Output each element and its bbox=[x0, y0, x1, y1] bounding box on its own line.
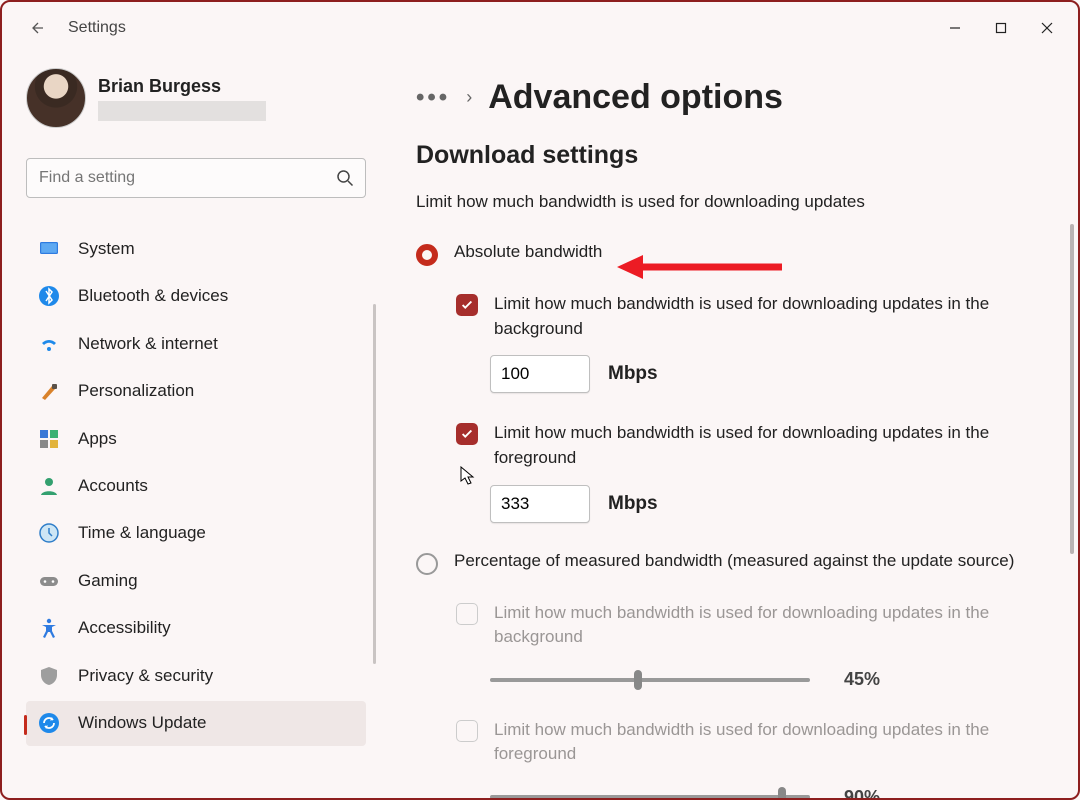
back-button[interactable] bbox=[22, 14, 50, 42]
sidebar-item-windows-update[interactable]: Windows Update bbox=[26, 701, 366, 746]
sidebar-item-bluetooth[interactable]: Bluetooth & devices bbox=[26, 273, 366, 318]
profile-email-redacted bbox=[98, 101, 266, 121]
sidebar-item-gaming[interactable]: Gaming bbox=[26, 558, 366, 603]
radio-indicator bbox=[416, 553, 438, 575]
bg-bandwidth-input[interactable] bbox=[490, 355, 590, 393]
checkbox-label: Limit how much bandwidth is used for dow… bbox=[494, 421, 1054, 470]
sidebar-item-label: Gaming bbox=[78, 571, 138, 591]
checkbox-indicator bbox=[456, 294, 478, 316]
sidebar-item-privacy[interactable]: Privacy & security bbox=[26, 653, 366, 698]
breadcrumb-ellipsis[interactable]: ••• bbox=[416, 93, 450, 103]
checkbox-label: Limit how much bandwidth is used for dow… bbox=[494, 292, 1054, 341]
checkbox-fg-limit[interactable]: Limit how much bandwidth is used for dow… bbox=[416, 421, 1062, 470]
content-scrollbar[interactable] bbox=[1070, 224, 1074, 554]
bg-pct-slider[interactable] bbox=[490, 668, 810, 692]
update-icon bbox=[38, 712, 60, 734]
fg-bandwidth-input[interactable] bbox=[490, 485, 590, 523]
checkbox-label: Limit how much bandwidth is used for dow… bbox=[494, 718, 1054, 767]
search-icon bbox=[336, 169, 354, 187]
sidebar-item-label: Accessibility bbox=[78, 618, 171, 638]
sidebar: Brian Burgess System Bluetooth & devices bbox=[2, 54, 382, 798]
close-button[interactable] bbox=[1024, 10, 1070, 46]
sidebar-item-label: Network & internet bbox=[78, 334, 218, 354]
checkbox-indicator bbox=[456, 720, 478, 742]
section-heading: Download settings bbox=[416, 141, 1062, 170]
sidebar-item-label: Accounts bbox=[78, 476, 148, 496]
unit-label: Mbps bbox=[608, 493, 658, 515]
checkbox-bg-pct-limit[interactable]: Limit how much bandwidth is used for dow… bbox=[416, 601, 1062, 650]
accessibility-icon bbox=[38, 617, 60, 639]
sidebar-item-label: Apps bbox=[78, 429, 117, 449]
person-icon bbox=[38, 475, 60, 497]
sidebar-item-personalization[interactable]: Personalization bbox=[26, 368, 366, 413]
unit-label: Mbps bbox=[608, 363, 658, 385]
radio-absolute-bandwidth[interactable]: Absolute bandwidth bbox=[416, 242, 1062, 266]
brush-icon bbox=[38, 380, 60, 402]
checkbox-label: Limit how much bandwidth is used for dow… bbox=[494, 601, 1054, 650]
search-input[interactable] bbox=[26, 158, 366, 198]
chevron-right-icon: › bbox=[466, 87, 472, 108]
system-icon bbox=[38, 238, 60, 260]
titlebar: Settings bbox=[2, 2, 1078, 54]
sidebar-item-network[interactable]: Network & internet bbox=[26, 321, 366, 366]
shield-icon bbox=[38, 665, 60, 687]
nav-list: System Bluetooth & devices Network & int… bbox=[26, 226, 382, 746]
app-title: Settings bbox=[68, 19, 126, 37]
profile-name: Brian Burgess bbox=[98, 76, 266, 97]
section-description: Limit how much bandwidth is used for dow… bbox=[416, 192, 1062, 212]
bluetooth-icon bbox=[38, 285, 60, 307]
radio-percentage-bandwidth[interactable]: Percentage of measured bandwidth (measur… bbox=[416, 551, 1062, 575]
fg-pct-value: 90% bbox=[844, 787, 880, 798]
sidebar-item-label: Personalization bbox=[78, 381, 194, 401]
sidebar-item-label: Bluetooth & devices bbox=[78, 286, 228, 306]
profile-block[interactable]: Brian Burgess bbox=[26, 68, 382, 128]
radio-indicator bbox=[416, 244, 438, 266]
content-pane: ••• › Advanced options Download settings… bbox=[382, 54, 1078, 798]
sidebar-scrollbar[interactable] bbox=[373, 304, 376, 664]
sidebar-item-label: Time & language bbox=[78, 523, 206, 543]
sidebar-item-accessibility[interactable]: Accessibility bbox=[26, 606, 366, 651]
gamepad-icon bbox=[38, 570, 60, 592]
sidebar-item-time[interactable]: Time & language bbox=[26, 511, 366, 556]
page-title: Advanced options bbox=[488, 78, 783, 117]
avatar bbox=[26, 68, 86, 128]
fg-pct-slider[interactable] bbox=[490, 785, 810, 798]
radio-label: Absolute bandwidth bbox=[454, 242, 602, 262]
sidebar-item-label: Windows Update bbox=[78, 713, 207, 733]
sidebar-item-accounts[interactable]: Accounts bbox=[26, 463, 366, 508]
clock-icon bbox=[38, 522, 60, 544]
checkbox-indicator bbox=[456, 423, 478, 445]
apps-icon bbox=[38, 428, 60, 450]
sidebar-item-apps[interactable]: Apps bbox=[26, 416, 366, 461]
checkbox-bg-limit[interactable]: Limit how much bandwidth is used for dow… bbox=[416, 292, 1062, 341]
checkbox-fg-pct-limit[interactable]: Limit how much bandwidth is used for dow… bbox=[416, 718, 1062, 767]
window-controls bbox=[932, 10, 1070, 46]
breadcrumb: ••• › Advanced options bbox=[416, 78, 1062, 117]
radio-label: Percentage of measured bandwidth (measur… bbox=[454, 551, 1014, 571]
sidebar-item-label: System bbox=[78, 239, 135, 259]
checkbox-indicator bbox=[456, 603, 478, 625]
maximize-button[interactable] bbox=[978, 10, 1024, 46]
sidebar-item-system[interactable]: System bbox=[26, 226, 366, 271]
minimize-button[interactable] bbox=[932, 10, 978, 46]
wifi-icon bbox=[38, 333, 60, 355]
bg-pct-value: 45% bbox=[844, 669, 880, 690]
sidebar-item-label: Privacy & security bbox=[78, 666, 213, 686]
